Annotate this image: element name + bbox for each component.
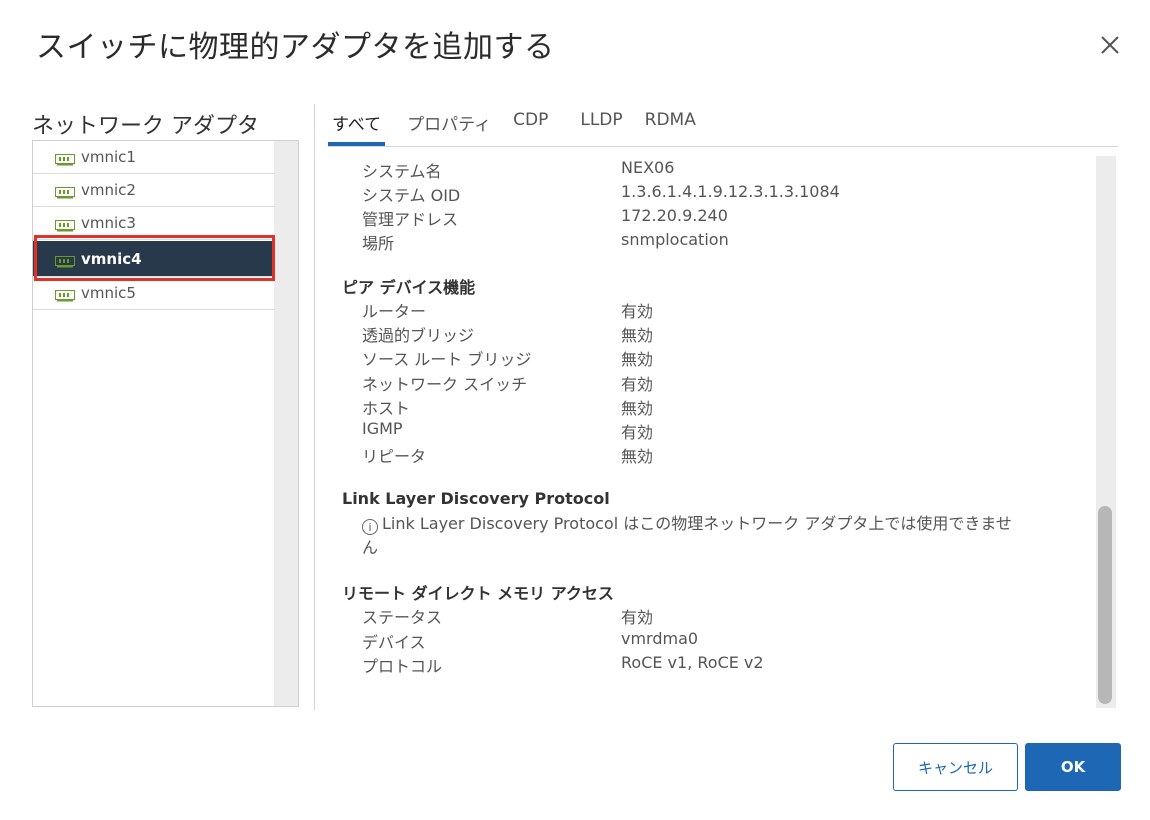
tab-lldp[interactable]: LLDP (580, 108, 622, 142)
adapter-list-title: ネットワーク アダプタ (32, 114, 259, 139)
detail-value: 1.3.6.1.4.1.9.12.3.1.3.1084 (621, 182, 840, 201)
adapter-item-vmnic2[interactable]: vmnic2 (33, 174, 275, 207)
network-card-icon (55, 217, 75, 232)
adapter-item-vmnic4[interactable]: vmnic4 (33, 241, 275, 277)
cancel-button[interactable]: キャンセル (893, 743, 1018, 791)
detail-label: ネットワーク スイッチ (362, 375, 528, 394)
detail-value: vmrdma0 (621, 629, 699, 648)
detail-label: システム OID (362, 186, 461, 205)
details-panel: システム名 NEX06 システム OID 1.3.6.1.4.1.9.12.3.… (328, 152, 1096, 708)
adapter-list-scrollbar[interactable] (274, 141, 298, 706)
detail-label: デバイス (362, 633, 426, 652)
detail-label: リピータ (362, 447, 427, 466)
detail-value: NEX06 (621, 158, 675, 177)
detail-value: 無効 (621, 447, 654, 466)
network-card-icon (55, 184, 75, 199)
detail-label: プロトコル (362, 657, 443, 676)
lldp-info-text-line2: ん (362, 538, 379, 557)
tabs-underline (328, 146, 1118, 147)
dialog-title: スイッチに物理的アダプタを追加する (36, 30, 555, 65)
section-title-rdma: リモート ダイレクト メモリ アクセス (342, 584, 614, 603)
detail-value: 無効 (621, 350, 654, 369)
adapter-label: vmnic2 (81, 181, 136, 199)
detail-value: 有効 (621, 423, 654, 442)
lldp-info-text-line1: Link Layer Discovery Protocol はこの物理ネットワー… (382, 514, 1012, 533)
section-title-peer: ピア デバイス機能 (342, 278, 476, 297)
info-icon: i (362, 519, 378, 535)
detail-label: ルーター (362, 302, 427, 321)
adapter-label: vmnic5 (81, 284, 136, 302)
detail-value: 有効 (621, 608, 654, 627)
details-scrollbar-thumb[interactable] (1098, 506, 1112, 704)
detail-value: RoCE v1, RoCE v2 (621, 653, 764, 672)
detail-label: ステータス (362, 608, 443, 627)
detail-label: 透過的ブリッジ (362, 326, 475, 345)
detail-row: システム OID (362, 182, 460, 206)
detail-label: IGMP (362, 419, 403, 438)
tab-all[interactable]: すべて (328, 108, 386, 146)
detail-value: 有効 (621, 302, 654, 321)
panel-divider (314, 104, 315, 710)
tab-cdp[interactable]: CDP (513, 108, 548, 142)
detail-label: ホスト (362, 399, 411, 418)
adapter-item-vmnic5[interactable]: vmnic5 (33, 277, 275, 310)
detail-row: 管理アドレス (362, 206, 458, 230)
adapter-label: vmnic3 (81, 214, 136, 232)
tab-properties[interactable]: プロパティ (407, 108, 491, 142)
adapter-label: vmnic4 (81, 249, 142, 268)
adapter-list: vmnic1 vmnic2 vmnic3 vmnic4 vmnic5 (32, 140, 299, 707)
network-card-icon (55, 253, 75, 267)
detail-value: snmplocation (621, 230, 729, 249)
detail-value: 有効 (621, 375, 654, 394)
network-card-icon (55, 151, 75, 166)
adapter-item-vmnic1[interactable]: vmnic1 (33, 141, 275, 174)
lldp-info-message: i Link Layer Discovery Protocol はこの物理ネットワ… (362, 512, 1082, 560)
detail-label: 場所 (362, 234, 395, 253)
detail-row: システム名 (362, 158, 442, 182)
adapter-label: vmnic1 (81, 148, 136, 166)
tab-rdma[interactable]: RDMA (645, 108, 696, 142)
adapter-item-vmnic3[interactable]: vmnic3 (33, 207, 275, 240)
ok-button[interactable]: OK (1025, 743, 1121, 791)
detail-label: 管理アドレス (362, 210, 459, 229)
detail-value: 無効 (621, 399, 654, 418)
detail-value: 172.20.9.240 (621, 206, 728, 225)
detail-label: システム名 (362, 162, 442, 181)
section-title-lldp: Link Layer Discovery Protocol (342, 489, 610, 508)
detail-label: ソース ルート ブリッジ (362, 350, 532, 369)
detail-row: 場所 (362, 230, 394, 254)
network-card-icon (55, 287, 75, 302)
detail-tabs: すべて プロパティ CDP LLDP RDMA (328, 108, 718, 146)
detail-value: 無効 (621, 326, 654, 345)
close-icon[interactable] (1098, 33, 1124, 59)
